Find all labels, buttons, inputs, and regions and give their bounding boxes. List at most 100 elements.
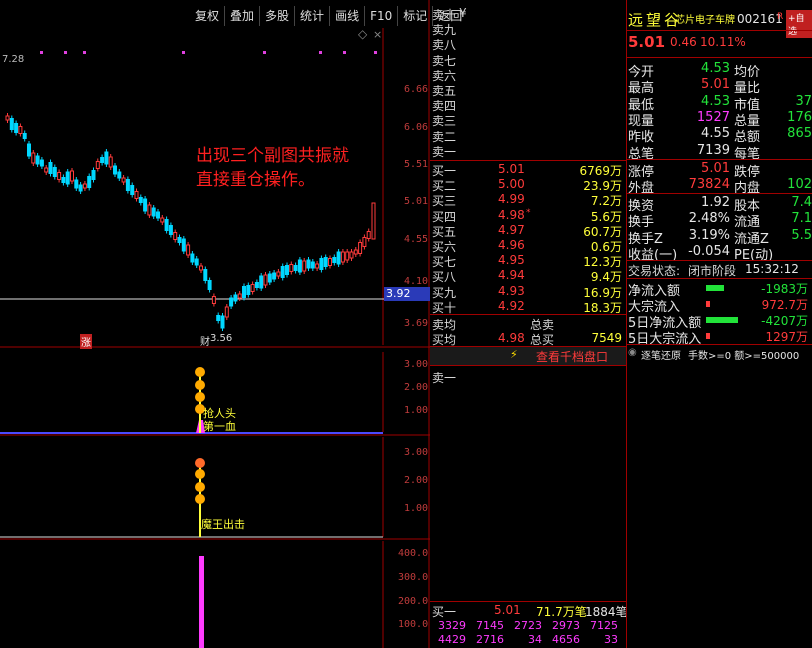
candle [259,275,264,289]
stock-concept[interactable]: 芯片电子车牌 [675,11,735,26]
candle [138,197,143,203]
sell-level-row[interactable]: 卖四 [432,97,626,113]
queue-cell: 2716 [476,633,504,646]
filter-detail: 手数>=0 额>=500000 [688,351,800,362]
queue-cell: 7145 [476,619,504,632]
candle [203,269,208,281]
candle [315,263,320,269]
sell-level-row[interactable]: 卖九 [432,21,626,37]
sell-level-row[interactable]: 卖十 ¥ [432,6,626,22]
stat-value: 7.4 [791,195,812,210]
stat-value: -0.054 [688,243,730,259]
sell-level-row[interactable]: 卖六 [432,67,626,83]
annotation-line: 出现三个副图共振就 [196,146,349,166]
candle [211,296,216,304]
flag-mark: * [526,207,531,218]
candle [173,232,178,240]
stat-value: 102 [787,177,812,193]
candle [31,152,36,164]
flow-value: -1983万 [761,282,808,296]
flow-bar [706,317,738,323]
candle [242,286,246,298]
candle [156,211,160,219]
candle [113,165,117,175]
diamond-icon: ◇ [358,27,368,41]
filter-text[interactable]: 逐笔还原 [641,347,681,362]
candle [276,271,281,277]
buy-avg-value: 4.98 [498,331,525,345]
stat-value: 73824 [688,177,730,193]
buy-level-row[interactable]: 买九 4.93 16.9万 [432,283,626,300]
stock-change: 0.46 [670,35,697,49]
candle [95,161,100,169]
level-price: 4.96 [498,238,525,252]
sell-level-row[interactable]: 卖七 [432,52,626,68]
kline-chart[interactable]: ◇ × [0,0,430,648]
buy-level-row[interactable]: 买七 4.95 12.3万 [432,253,626,269]
candle [39,159,44,167]
buy-level-row[interactable]: 买二 5.00 23.9万 [432,177,626,193]
sub3-axis-tick: 300.0 [398,572,429,583]
buy-level-row[interactable]: 买十 4.92 18.3万 [432,299,626,315]
view-thousand-link[interactable]: 查看千档盘口 [536,348,608,365]
buy-level-row[interactable]: 买五 4.97 60.7万 [432,222,626,239]
candle [35,155,40,165]
sell-level-row[interactable]: 卖一 [432,143,626,159]
candle [52,167,57,177]
queue-cell: 34 [528,633,542,646]
candle [366,231,371,239]
sell-level-row[interactable]: 卖二 [432,128,626,144]
candle [353,249,358,255]
candle [280,266,285,278]
stat-value: 7139 [696,142,730,158]
candle [297,259,302,273]
candle [108,156,113,168]
candle [229,297,234,307]
level-price: 4.97 [498,222,525,237]
trade-time: 15:32:12 [745,262,799,276]
queue-cell: 4429 [438,633,466,646]
buy-level-row[interactable]: 买一 5.01 6769万 [432,162,626,178]
buy-level-row[interactable]: 买六 4.96 0.6万 [432,238,626,254]
sell-level-row[interactable]: 卖五 [432,82,626,98]
queue-buy1-label: 买一 [432,605,457,619]
candle [9,118,14,130]
sub3-axis-tick: 100.0 [398,619,429,630]
sell-level-row[interactable]: 卖三 [432,112,626,128]
buy-level-row[interactable]: 买四 4.98 * 5.6万 [432,207,626,224]
candle [125,179,130,191]
add-watchlist-button[interactable]: +自选 [786,10,812,38]
level-price: 4.99 [498,192,525,207]
sub1-axis-tick: 2.00 [404,382,429,393]
candle [22,133,27,139]
candle [27,143,31,157]
stock-pct: 10.11% [700,35,746,49]
candle [254,282,259,288]
level-price: 4.93 [498,283,525,298]
candle [117,171,122,179]
settings-icon[interactable]: ◉ [628,347,637,358]
axis-tick: 6.06 [404,122,429,133]
candle [267,273,272,283]
queue-cell: 33 [604,633,618,646]
candle [168,225,173,235]
candle [91,170,96,180]
buy-level-row[interactable]: 买八 4.94 9.4万 [432,268,626,284]
queue-cell: 2973 [552,619,580,632]
candle [199,265,203,271]
view-thousand-bar[interactable]: ⚡ 查看千档盘口 [430,346,626,366]
candle [57,172,62,180]
candle [104,151,109,165]
sub1-axis-tick: 3.00 [404,359,429,370]
stat-value: 5.01 [701,77,730,93]
sell-level-row[interactable]: 卖八 [432,36,626,52]
candle [160,217,165,223]
candle [371,202,376,240]
buy-level-row[interactable]: 买三 4.99 7.2万 [432,192,626,208]
sub1-axis-tick: 1.00 [404,405,429,416]
candle [207,280,212,290]
stat-value: 7.1 [791,211,812,227]
sub2-axis-tick: 1.00 [404,503,429,514]
candle [147,204,152,216]
candle [74,179,79,189]
